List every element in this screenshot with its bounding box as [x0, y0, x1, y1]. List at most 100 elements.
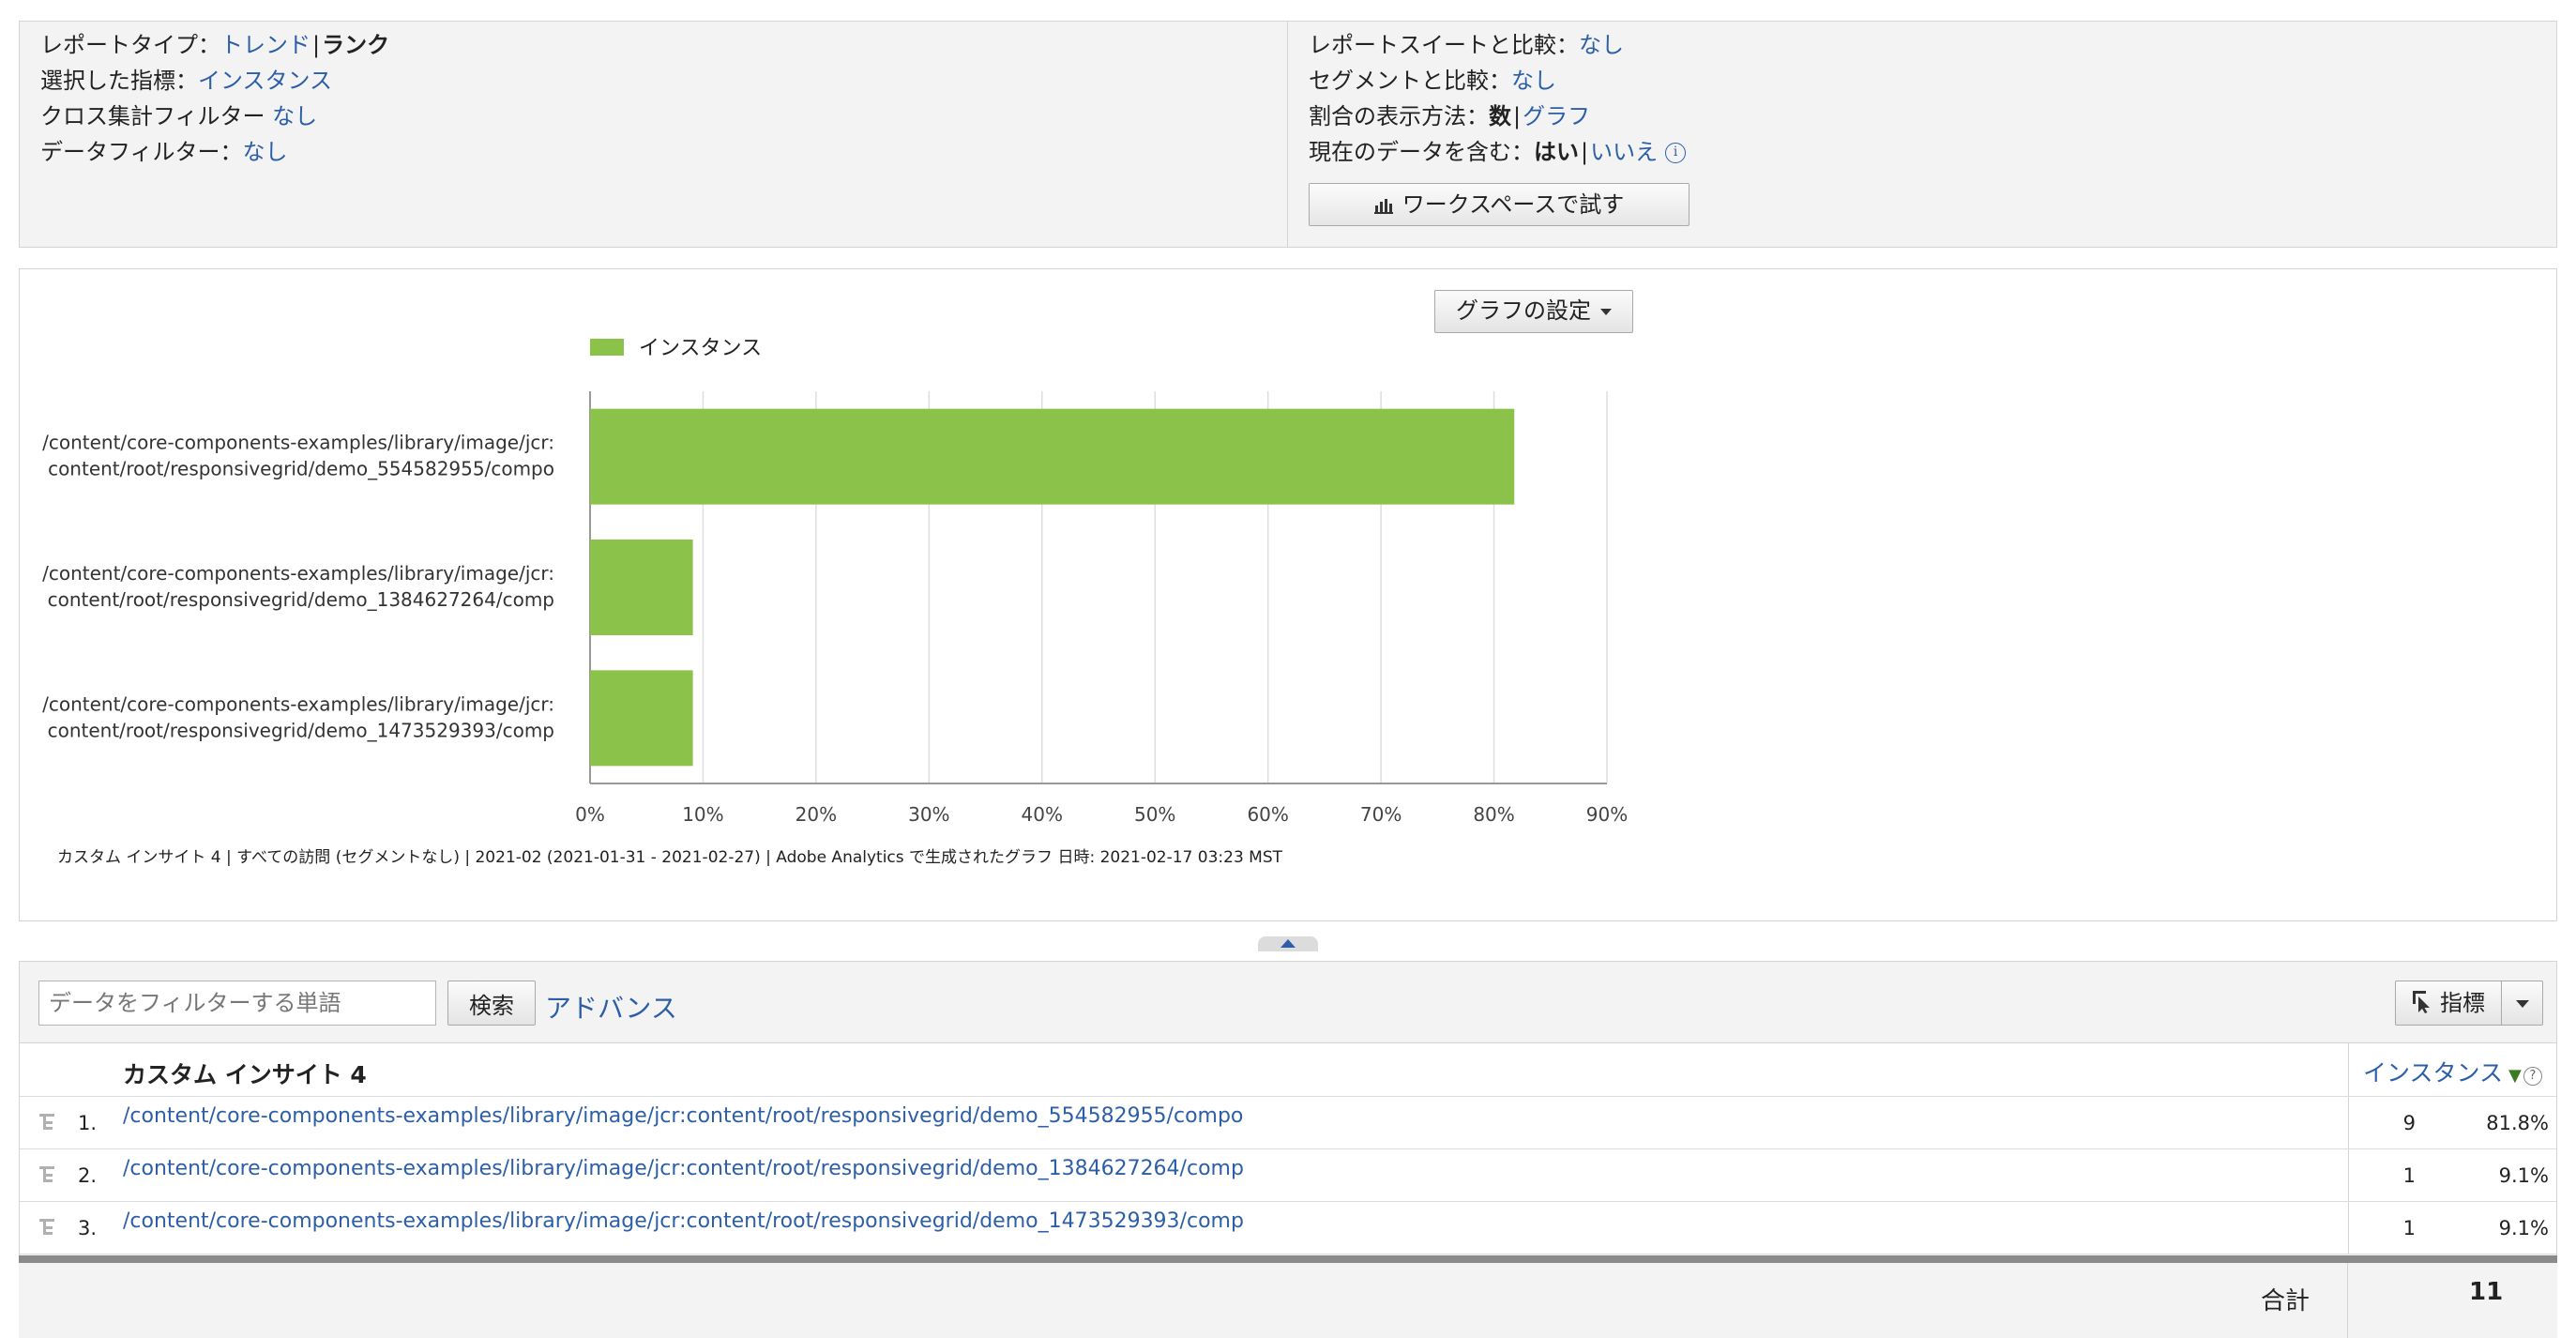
column-divider	[2348, 1043, 2349, 1096]
row-percent: 9.1%	[2498, 1217, 2549, 1239]
percent-display-row: 割合の表示方法：数|グラフ	[1309, 102, 1590, 130]
report-settings-panel: レポートタイプ：トレンド|ランク 選択した指標：インスタンス クロス集計フィルタ…	[19, 21, 2557, 248]
info-icon[interactable]: i	[1665, 143, 1687, 163]
row-item-link[interactable]: /content/core-components-examples/librar…	[123, 1104, 1243, 1128]
sort-desc-icon[interactable]: ▼	[2508, 1066, 2522, 1086]
metrics-dropdown-toggle[interactable]	[2502, 981, 2543, 1026]
graph-settings-label: グラフの設定	[1456, 298, 1591, 324]
table-row: 2. /content/core-components-examples/libr…	[20, 1149, 2556, 1202]
row-percent: 81.8%	[2486, 1112, 2549, 1134]
report-type-label: レポートタイプ：	[40, 32, 220, 58]
separator: |	[1581, 139, 1589, 165]
x-tick-label: 80%	[1473, 803, 1514, 826]
include-current-no-link[interactable]: いいえ	[1590, 139, 1658, 165]
x-tick-label: 70%	[1360, 803, 1402, 826]
table-header-row: カスタム インサイト 4 インスタンス ▼?	[20, 1042, 2556, 1097]
compare-segment-link[interactable]: なし	[1511, 68, 1556, 94]
row-number: 2.	[78, 1164, 98, 1187]
metric-column-header[interactable]: インスタンス ▼?	[2363, 1055, 2542, 1088]
crosstab-filter-link[interactable]: なし	[272, 103, 317, 129]
bar[interactable]	[590, 408, 1515, 505]
total-label: 合計	[2261, 1287, 2311, 1315]
try-in-workspace-button[interactable]: ワークスペースで試す	[1309, 183, 1690, 226]
report-type-trend-link[interactable]: トレンド	[220, 32, 311, 58]
y-category-label: content/root/responsivegrid/demo_1473529…	[48, 719, 554, 741]
crosstab-filter-row: クロス集計フィルター なし	[40, 102, 317, 130]
compare-suite-row: レポートスイートと比較：なし	[1309, 31, 1624, 59]
y-category-label: /content/core-components-examples/librar…	[42, 562, 554, 585]
settings-left-column: レポートタイプ：トレンド|ランク 選択した指標：インスタンス クロス集計フィルタ…	[20, 22, 1288, 247]
compare-suite-label: レポートスイートと比較：	[1309, 32, 1579, 58]
legend-label: インスタンス	[639, 337, 762, 360]
separator: |	[1513, 103, 1522, 129]
chevron-down-icon	[1600, 309, 1612, 315]
include-current-row: 現在のデータを含む：はい|いいえ i	[1309, 138, 1687, 166]
percent-display-number-selected: 数	[1489, 103, 1511, 129]
y-category-label: /content/core-components-examples/librar…	[42, 692, 554, 715]
filter-input[interactable]	[38, 981, 436, 1026]
y-category-label: content/root/responsivegrid/demo_1384627…	[48, 588, 554, 611]
table-row: 3. /content/core-components-examples/libr…	[20, 1202, 2556, 1254]
search-button[interactable]: 検索	[447, 981, 536, 1026]
metric-column-label: インスタンス	[2363, 1059, 2504, 1087]
include-current-label: 現在のデータを含む：	[1309, 139, 1534, 165]
settings-right-column: レポートスイートと比較：なし セグメントと比較：なし 割合の表示方法：数|グラフ…	[1288, 22, 2558, 247]
column-divider	[2348, 1202, 2349, 1254]
x-tick-label: 20%	[796, 803, 837, 826]
separator: |	[312, 32, 321, 58]
metrics-button[interactable]: 指標	[2395, 981, 2502, 1026]
total-row: 合計 11	[19, 1263, 2557, 1338]
y-category-label: /content/core-components-examples/librar…	[42, 432, 554, 454]
row-value: 1	[2402, 1164, 2416, 1187]
x-tick-label: 10%	[682, 803, 723, 826]
breakdown-icon[interactable]	[38, 1112, 59, 1133]
row-value: 1	[2402, 1217, 2416, 1239]
try-in-workspace-label: ワークスペースで試す	[1402, 191, 1625, 218]
x-tick-label: 40%	[1022, 803, 1063, 826]
legend-swatch	[590, 339, 624, 356]
row-value: 9	[2402, 1112, 2416, 1134]
crosstab-filter-label: クロス集計フィルター	[40, 103, 265, 129]
row-item-link[interactable]: /content/core-components-examples/librar…	[123, 1209, 1244, 1233]
total-value: 11	[2469, 1278, 2504, 1306]
selected-metric-link[interactable]: インスタンス	[198, 68, 332, 94]
compare-segment-row: セグメントと比較：なし	[1309, 67, 1556, 95]
x-tick-label: 60%	[1247, 803, 1288, 826]
row-item-link[interactable]: /content/core-components-examples/librar…	[123, 1157, 1244, 1180]
collapse-chart-toggle[interactable]	[1258, 936, 1318, 951]
chevron-down-icon	[2516, 1000, 2529, 1008]
data-table: カスタム インサイト 4 インスタンス ▼? 1. /content/core-co…	[20, 1042, 2556, 1254]
y-category-label: content/root/responsivegrid/demo_5545829…	[48, 458, 554, 480]
chart-icon	[1373, 199, 1393, 214]
cursor-icon	[2413, 991, 2430, 1013]
column-divider	[2348, 1149, 2349, 1201]
data-filter-label: データフィルター：	[40, 139, 243, 165]
report-type-row: レポートタイプ：トレンド|ランク	[40, 31, 389, 59]
advanced-search-link[interactable]: アドバンス	[545, 988, 677, 1026]
column-divider	[2347, 1263, 2348, 1338]
row-percent: 9.1%	[2498, 1164, 2549, 1187]
compare-suite-link[interactable]: なし	[1579, 32, 1624, 58]
bar[interactable]	[590, 670, 693, 767]
help-icon[interactable]: ?	[2523, 1067, 2542, 1086]
x-tick-label: 30%	[908, 803, 949, 826]
percent-display-label: 割合の表示方法：	[1309, 103, 1489, 129]
compare-segment-label: セグメントと比較：	[1309, 68, 1511, 94]
include-current-yes-selected: はい	[1534, 139, 1579, 165]
data-filter-link[interactable]: なし	[243, 139, 288, 165]
column-divider	[2348, 1097, 2349, 1148]
selected-metric-row: 選択した指標：インスタンス	[40, 67, 332, 95]
x-tick-label: 0%	[575, 803, 605, 826]
table-body: 1. /content/core-components-examples/libr…	[20, 1097, 2556, 1254]
bar[interactable]	[590, 540, 693, 635]
bar-chart: インスタンス 0% 10% 20% 30% 40% 50% 60% 70% 80% 90% /cont…	[42, 337, 1628, 826]
x-tick-label: 50%	[1134, 803, 1175, 826]
graph-settings-dropdown[interactable]: グラフの設定	[1434, 290, 1633, 333]
table-row: 1. /content/core-components-examples/libr…	[20, 1097, 2556, 1149]
metrics-button-label: 指標	[2440, 990, 2485, 1016]
breakdown-icon[interactable]	[38, 1217, 59, 1238]
dimension-column-header: カスタム インサイト 4	[123, 1061, 367, 1088]
breakdown-icon[interactable]	[38, 1164, 59, 1185]
chart-footer-caption: カスタム インサイト 4 | すべての訪問 (セグメントなし) | 2021-0…	[57, 848, 1283, 867]
percent-display-graph-link[interactable]: グラフ	[1523, 103, 1590, 129]
